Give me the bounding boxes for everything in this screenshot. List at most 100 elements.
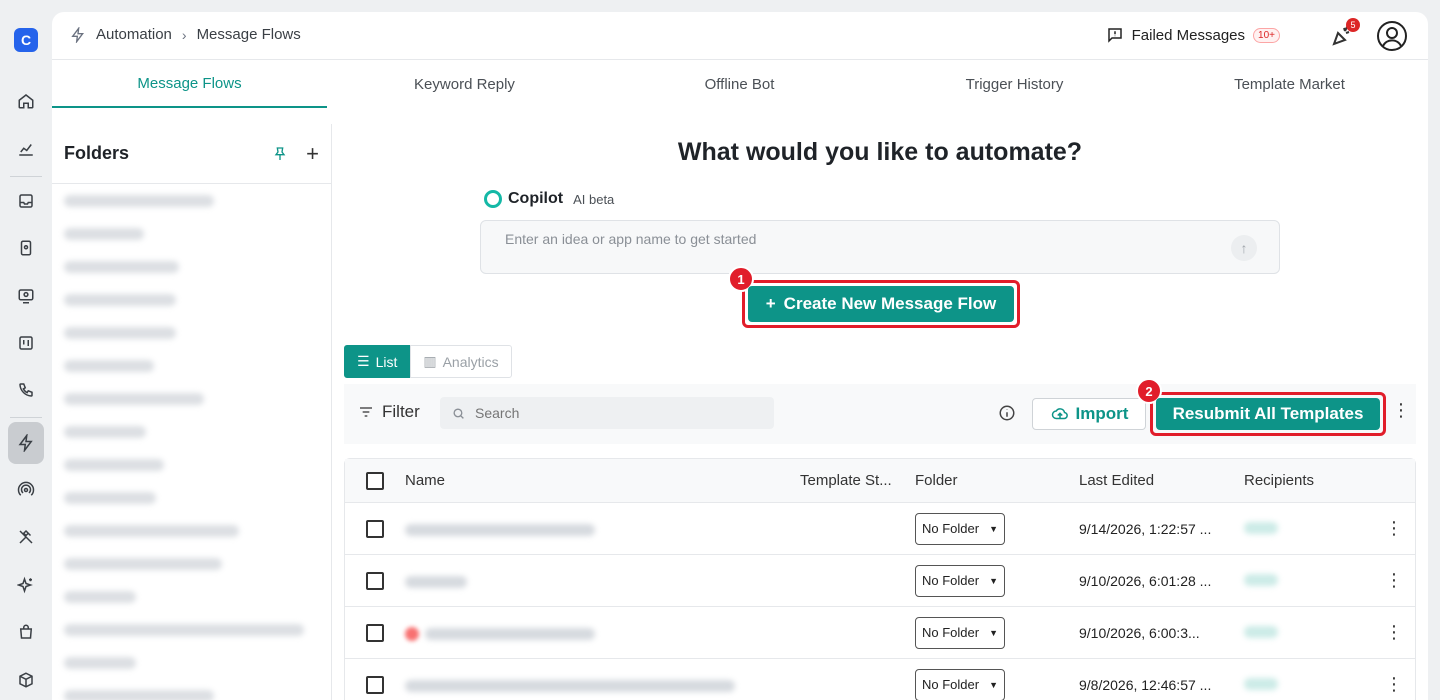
- folder-item[interactable]: [52, 580, 331, 613]
- folder-item[interactable]: [52, 448, 331, 481]
- folder-item[interactable]: [52, 613, 331, 646]
- tab-trigger-history[interactable]: Trigger History: [877, 60, 1152, 108]
- create-message-flow-button[interactable]: + Create New Message Flow: [748, 286, 1014, 322]
- recipients-value: [1244, 625, 1278, 638]
- failed-messages-link[interactable]: Failed Messages 10+: [1106, 26, 1280, 44]
- folder-item[interactable]: [52, 679, 331, 700]
- last-edited: 9/14/2026, 1:22:57 ...: [1079, 520, 1212, 537]
- board-icon[interactable]: [10, 327, 42, 359]
- copilot-name: Copilot: [508, 190, 564, 207]
- tab-template-market[interactable]: Template Market: [1152, 60, 1427, 108]
- folder-item[interactable]: [52, 316, 331, 349]
- phone-icon[interactable]: [10, 374, 42, 406]
- more-options-icon[interactable]: ⋮: [1392, 400, 1410, 421]
- row-checkbox[interactable]: [366, 571, 384, 590]
- folder-item[interactable]: [52, 283, 331, 316]
- contacts-icon[interactable]: [10, 232, 42, 264]
- folder-select-value: No Folder: [922, 677, 980, 692]
- row-more-icon[interactable]: ⋮: [1374, 674, 1414, 695]
- idea-input[interactable]: [505, 231, 1205, 247]
- search-icon: [453, 407, 464, 419]
- folder-select[interactable]: No Folder ▼: [915, 616, 1005, 649]
- automation-icon[interactable]: [8, 422, 44, 464]
- broadcast-icon[interactable]: [10, 280, 42, 312]
- table-row[interactable]: No Folder ▼ 9/10/2026, 6:00:3... ⋮: [345, 607, 1415, 659]
- flow-name[interactable]: [405, 573, 800, 589]
- send-arrow-icon[interactable]: ↑: [1231, 235, 1257, 261]
- caret-down-icon: ▼: [989, 523, 998, 534]
- add-folder-button[interactable]: +: [306, 141, 319, 167]
- create-message-flow-label: Create New Message Flow: [783, 294, 997, 313]
- app-logo[interactable]: C: [14, 28, 38, 52]
- folder-item[interactable]: [52, 514, 331, 547]
- signal-icon[interactable]: [10, 474, 42, 506]
- info-icon[interactable]: [998, 404, 1016, 422]
- recipients-value: [1244, 521, 1278, 534]
- folder-item[interactable]: [52, 481, 331, 514]
- flow-name[interactable]: [405, 624, 800, 641]
- tab-message-flows[interactable]: Message Flows: [52, 60, 327, 108]
- view-list-button[interactable]: ☰ List: [344, 345, 411, 378]
- row-more-icon[interactable]: ⋮: [1374, 518, 1414, 539]
- folder-item[interactable]: [52, 415, 331, 448]
- view-analytics-button[interactable]: ▥ Analytics: [410, 345, 512, 378]
- col-recipients[interactable]: Recipients: [1244, 472, 1374, 489]
- filter-button[interactable]: Filter: [358, 402, 420, 422]
- folder-item[interactable]: [52, 184, 331, 217]
- folder-item[interactable]: [52, 547, 331, 580]
- table-row[interactable]: No Folder ▼ 9/10/2026, 6:01:28 ... ⋮: [345, 555, 1415, 607]
- import-button[interactable]: Import: [1032, 398, 1146, 430]
- folder-item-label: [64, 227, 144, 240]
- chart-icon: ▥: [423, 353, 437, 369]
- tab-offline-bot[interactable]: Offline Bot: [602, 60, 877, 108]
- search-input[interactable]: [475, 405, 656, 421]
- sparkle-icon[interactable]: [10, 569, 42, 601]
- table-row[interactable]: No Folder ▼ 9/14/2026, 1:22:57 ... ⋮: [345, 503, 1415, 555]
- shop-icon[interactable]: [10, 616, 42, 648]
- package-icon[interactable]: [10, 664, 42, 696]
- list-icon: ☰: [357, 353, 370, 369]
- flow-name-text: [405, 679, 735, 692]
- resubmit-all-templates-button[interactable]: Resubmit All Templates: [1156, 398, 1380, 430]
- home-icon[interactable]: [10, 85, 42, 117]
- tools-icon[interactable]: [10, 521, 42, 553]
- flow-name[interactable]: [405, 677, 800, 693]
- folders-title: Folders: [64, 143, 130, 163]
- row-more-icon[interactable]: ⋮: [1374, 622, 1414, 643]
- flows-table: Name Template St... Folder Last Edited R…: [344, 458, 1416, 700]
- analytics-icon[interactable]: [10, 133, 42, 165]
- col-folder[interactable]: Folder: [915, 472, 1079, 489]
- folder-item[interactable]: [52, 217, 331, 250]
- view-toggle: ☰ List ▥ Analytics: [344, 345, 512, 378]
- row-checkbox[interactable]: [366, 519, 384, 538]
- folder-item[interactable]: [52, 349, 331, 382]
- row-more-icon[interactable]: ⋮: [1374, 570, 1414, 591]
- pin-icon[interactable]: [272, 146, 288, 162]
- user-avatar-icon[interactable]: [1376, 20, 1408, 52]
- col-name[interactable]: Name: [405, 472, 800, 489]
- breadcrumb: Automation › Message Flows: [70, 26, 301, 43]
- folder-select[interactable]: No Folder ▼: [915, 512, 1005, 545]
- folders-header: Folders +: [52, 124, 331, 184]
- row-checkbox[interactable]: [366, 623, 384, 642]
- tab-keyword-reply[interactable]: Keyword Reply: [327, 60, 602, 108]
- inbox-icon[interactable]: [10, 185, 42, 217]
- breadcrumb-automation[interactable]: Automation: [96, 26, 172, 43]
- folder-item[interactable]: [52, 382, 331, 415]
- folder-item[interactable]: [52, 250, 331, 283]
- table-body: No Folder ▼ 9/14/2026, 1:22:57 ... ⋮ No Fold…: [345, 503, 1415, 700]
- folder-item[interactable]: [52, 646, 331, 679]
- row-checkbox[interactable]: [366, 675, 384, 694]
- rail-divider: [10, 176, 42, 177]
- folder-item-label: [64, 293, 176, 306]
- folder-select[interactable]: No Folder ▼: [915, 668, 1005, 700]
- col-template-status[interactable]: Template St...: [800, 472, 915, 489]
- table-row[interactable]: No Folder ▼ 9/8/2026, 12:46:57 ... ⋮: [345, 659, 1415, 700]
- folder-select[interactable]: No Folder ▼: [915, 564, 1005, 597]
- idea-input-box: ↑: [480, 220, 1280, 274]
- folder-select-value: No Folder: [922, 521, 980, 536]
- select-all-checkbox[interactable]: [366, 471, 384, 490]
- view-list-label: List: [375, 353, 398, 370]
- flow-name[interactable]: [405, 521, 800, 537]
- col-last-edited[interactable]: Last Edited: [1079, 472, 1244, 489]
